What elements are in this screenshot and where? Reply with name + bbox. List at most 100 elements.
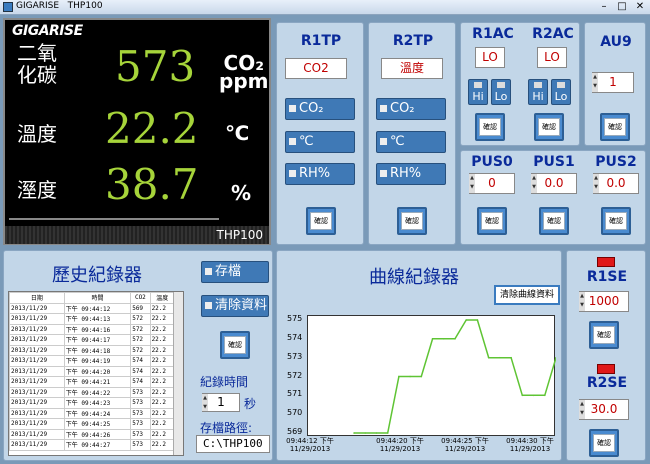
table-cell: 下午 09:44:20 [63,365,132,377]
table-row[interactable]: 2013/11/29 下午 09:44:26 573 22.2 [9,428,176,440]
table-row[interactable]: 2013/11/29 下午 09:44:24 573 22.2 [9,407,176,419]
clear-data-button[interactable]: 清除資料 [201,295,269,317]
table-row[interactable]: 2013/11/29 下午 09:44:20 574 22.2 [9,365,176,377]
temp-label: 溫度 [17,122,57,146]
r2ac-hi-toggle[interactable]: Hi [528,79,548,105]
table-cell: 574 [130,376,151,388]
table-header: 日期 時間 CO2 溫度 [9,292,176,304]
r2tp-confirm-button[interactable]: 確認 [397,207,427,235]
save-button[interactable]: 存檔 [201,261,269,283]
r2se-stepper[interactable]: ▲ ▼ 30.0 [579,399,629,420]
y-tick-label: 572 [287,370,303,380]
r1tp-rh-option[interactable]: RH% [285,163,355,185]
table-cell: 下午 09:44:27 [63,439,132,451]
rse-panel: R1SE ▲ ▼ 1000 確認 R2SE ▲ ▼ 30.0 確認 [566,250,646,461]
table-row[interactable]: 2013/11/29 下午 09:44:16 572 22.2 [9,323,176,335]
table-cell: 22.2 [149,323,176,335]
data-point [431,338,434,340]
window-title: GIGARISE THP100 [16,1,103,11]
table-row[interactable]: 2013/11/29 下午 09:44:13 572 22.2 [9,313,176,325]
table-cell: 下午 09:44:24 [63,407,132,419]
pus2-title: PUS2 [595,154,637,170]
au9-stepper[interactable]: ▲ ▼ 1 [592,72,634,93]
close-button[interactable]: ✕ [632,1,648,13]
table-cell: 22.2 [149,397,176,409]
pus2-stepper[interactable]: ▲ ▼ 0.0 [593,173,639,194]
column-header: 日期 [9,292,65,304]
interval-label: 紀錄時間 [200,375,249,389]
pus1-confirm-button[interactable]: 確認 [539,207,569,235]
y-tick-label: 569 [287,427,303,436]
data-point [409,375,411,378]
r1tp-panel: R1TP CO2 CO₂ ℃ RH% 確認 [276,22,364,245]
table-cell: 22.2 [149,344,176,356]
table-cell: 572 [130,334,151,346]
stepper-arrows-icon[interactable]: ▲ ▼ [592,73,598,92]
table-row[interactable]: 2013/11/29 下午 09:44:23 573 22.2 [9,397,176,409]
data-point [532,394,535,397]
r1se-stepper[interactable]: ▲ ▼ 1000 [579,291,629,312]
data-point [476,319,479,321]
table-cell: 下午 09:44:23 [63,397,132,409]
table-row[interactable]: 2013/11/29 下午 09:44:22 573 22.2 [9,386,176,398]
au9-confirm-button[interactable]: 確認 [600,113,630,141]
table-row[interactable]: 2013/11/29 下午 09:44:18 572 22.2 [9,344,176,356]
table-cell: 573 [130,386,151,398]
pus1-stepper[interactable]: ▲ ▼ 0.0 [531,173,577,194]
table-row[interactable]: 2013/11/29 下午 09:44:27 573 22.2 [9,439,176,451]
history-confirm-button[interactable]: 確認 [220,331,250,359]
table-cell: 573 [130,397,151,409]
path-input[interactable]: C:\THP100 [196,435,270,453]
r2ac-confirm-button[interactable]: 確認 [534,113,564,141]
table-cell: 下午 09:44:25 [63,418,132,430]
pus0-title: PUS0 [471,154,513,170]
stepper-arrows-icon[interactable]: ▲ ▼ [593,174,599,193]
minimize-button[interactable]: – [596,1,612,13]
table-row[interactable]: 2013/11/29 下午 09:44:21 574 22.2 [9,376,176,388]
stepper-arrows-icon[interactable]: ▲ ▼ [202,394,208,411]
temp-value: 22.2 [105,104,199,153]
table-row[interactable]: 2013/11/29 下午 09:44:12 569 22.2 [9,302,176,314]
table-cell: 下午 09:44:18 [63,344,132,356]
interval-stepper[interactable]: ▲ ▼ 1 [202,393,240,412]
table-cell: 2013/11/29 [9,344,65,356]
r2tp-co2-option[interactable]: CO₂ [376,98,446,120]
stepper-arrows-icon[interactable]: ▲ ▼ [579,400,585,419]
y-tick-label: 573 [287,351,303,361]
stepper-arrows-icon[interactable]: ▲ ▼ [579,292,585,311]
r1se-confirm-button[interactable]: 確認 [589,321,619,349]
r1tp-celsius-option[interactable]: ℃ [285,131,355,153]
column-header: 溫度 [149,292,176,304]
r1ac-confirm-button[interactable]: 確認 [475,113,505,141]
table-cell: 22.2 [149,418,176,430]
r1tp-co2-option[interactable]: CO₂ [285,98,355,120]
table-scrollbar[interactable] [173,292,183,455]
maximize-button[interactable]: □ [614,1,630,13]
r1ac-hi-toggle[interactable]: Hi [468,79,488,105]
r1tp-confirm-button[interactable]: 確認 [306,207,336,235]
r1ac-lo-toggle[interactable]: Lo [491,79,511,105]
stepper-arrows-icon[interactable]: ▲ ▼ [531,174,537,193]
table-row[interactable]: 2013/11/29 下午 09:44:25 573 22.2 [9,418,176,430]
table-cell: 2013/11/29 [9,386,65,398]
au9-title: AU9 [600,34,632,50]
table-row[interactable]: 2013/11/29 下午 09:44:19 574 22.2 [9,355,176,367]
pus0-confirm-button[interactable]: 確認 [477,207,507,235]
table-cell: 22.2 [149,313,176,325]
r2tp-rh-option[interactable]: RH% [376,163,446,185]
chart-svg [353,319,557,434]
table-cell: 2013/11/29 [9,365,65,377]
data-point [454,338,456,340]
clear-curve-button[interactable]: 清除曲線資料 [494,285,561,305]
table-row[interactable]: 2013/11/29 下午 09:44:17 572 22.2 [9,334,176,346]
history-table[interactable]: 日期 時間 CO2 溫度 2013/11/29 下午 09:44:12 569 22.… [8,291,184,456]
pus2-confirm-button[interactable]: 確認 [601,207,631,235]
table-cell: 下午 09:44:21 [63,376,132,388]
pus0-stepper[interactable]: ▲ ▼ 0 [469,173,515,194]
r2tp-celsius-option[interactable]: ℃ [376,131,446,153]
stepper-arrows-icon[interactable]: ▲ ▼ [469,174,475,193]
r2se-confirm-button[interactable]: 確認 [589,429,619,457]
humidity-unit: % [231,181,252,205]
r2ac-lo-toggle[interactable]: Lo [551,79,571,105]
table-cell: 下午 09:44:13 [63,313,132,325]
